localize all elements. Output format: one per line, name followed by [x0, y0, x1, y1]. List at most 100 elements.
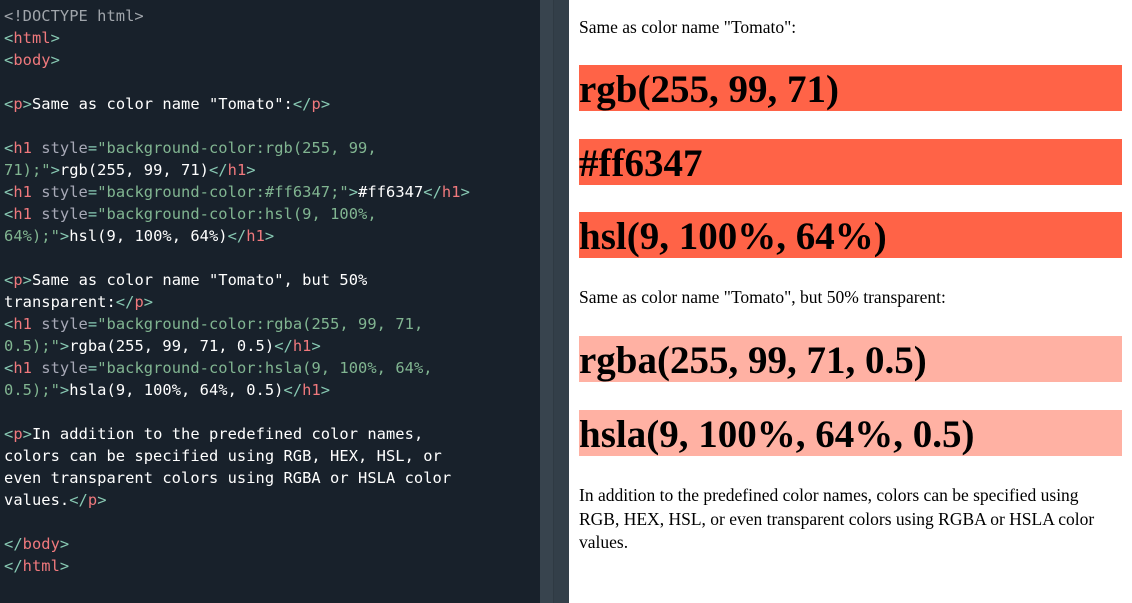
heading-rgba-text: rgba(255, 99, 71, 0.5)	[579, 339, 927, 382]
code-token-text: transparent:	[4, 293, 116, 311]
code-token-punct: >	[460, 183, 470, 201]
code-token-str: "background-color:rgb(255, 99,	[97, 139, 377, 157]
code-token-punct: </	[423, 183, 442, 201]
heading-rgb: rgb(255, 99, 71)	[579, 65, 1122, 111]
code-line[interactable]: 0.5);">rgba(255, 99, 71, 0.5)</h1>	[4, 335, 470, 357]
code-token-text: hsla(9, 100%, 64%, 0.5)	[69, 381, 284, 399]
code-line[interactable]: 71);">rgb(255, 99, 71)</h1>	[4, 159, 470, 181]
code-token-punct: </	[69, 491, 88, 509]
code-token-tag: h1	[13, 315, 32, 333]
code-token-tag: h1	[13, 183, 32, 201]
heading-hex-text: #ff6347	[579, 142, 703, 185]
code-line[interactable]: 0.5);">hsla(9, 100%, 64%, 0.5)</h1>	[4, 379, 470, 401]
code-token-tag: h1	[13, 205, 32, 223]
code-token-punct: <	[4, 425, 14, 443]
code-token-text: Same as color name "Tomato", but 50%	[31, 271, 368, 289]
code-token-text: hsl(9, 100%, 64%)	[69, 227, 228, 245]
code-token-attr: style	[31, 359, 88, 377]
code-token-text: colors can be specified using RGB, HEX, …	[4, 447, 442, 465]
code-token-tag: h1	[13, 359, 32, 377]
code-token-str: "background-color:rgba(255, 99, 71,	[97, 315, 424, 333]
code-token-tag: p	[134, 293, 144, 311]
code-line[interactable]: <body>	[4, 49, 470, 71]
code-line[interactable]	[4, 511, 470, 533]
code-line[interactable]: <!DOCTYPE html>	[4, 5, 470, 27]
heading-rgb-text: rgb(255, 99, 71)	[579, 68, 839, 111]
code-editor[interactable]: <!DOCTYPE html> <html> <body> <p>Same as c…	[0, 0, 540, 603]
code-token-punct: </	[292, 95, 312, 113]
code-token-punct: >	[246, 161, 256, 179]
code-token-str: 0.5);"	[4, 337, 60, 355]
code-token-tag: h1	[227, 161, 247, 179]
code-token-text: even transparent colors using RGBA or HS…	[4, 469, 452, 487]
code-token-punct: >	[97, 491, 107, 509]
code-token-text: In addition to the predefined color name…	[31, 425, 424, 443]
code-token-punct: </	[283, 381, 303, 399]
code-line[interactable]: <html>	[4, 27, 470, 49]
code-token-text: #ff6347	[358, 183, 424, 201]
code-line[interactable]: </html>	[4, 555, 470, 577]
pane-divider[interactable]	[540, 0, 554, 603]
code-token-punct: </	[115, 293, 135, 311]
result-preview: Same as color name "Tomato": rgb(255, 99…	[569, 0, 1132, 603]
code-token-str: "background-color:hsl(9, 100%,	[97, 205, 377, 223]
code-line[interactable]: transparent:</p>	[4, 291, 470, 313]
code-line[interactable]: <p>In addition to the predefined color n…	[4, 423, 470, 445]
code-token-punct: >	[59, 535, 70, 553]
code-line[interactable]	[4, 401, 470, 423]
heading-rgba: rgba(255, 99, 71, 0.5)	[579, 336, 1122, 382]
code-token-punct: >	[22, 271, 32, 289]
code-line[interactable]	[4, 71, 470, 93]
code-token-punct: <	[4, 271, 14, 289]
code-line[interactable]: <h1 style="background-color:#ff6347;">#f…	[4, 181, 470, 203]
code-token-punct: <	[4, 183, 14, 201]
code-line[interactable]: <h1 style="background-color:rgb(255, 99,	[4, 137, 470, 159]
code-token-text: rgba(255, 99, 71, 0.5)	[69, 337, 275, 355]
heading-hex: #ff6347	[579, 139, 1122, 185]
code-token-tag: h1	[302, 381, 321, 399]
heading-hsl: hsl(9, 100%, 64%)	[579, 212, 1122, 258]
code-token-punct: =	[87, 205, 98, 223]
heading-hsla-text: hsla(9, 100%, 64%, 0.5)	[579, 413, 975, 456]
pane-resize-handle[interactable]	[554, 0, 569, 603]
code-line[interactable]: <h1 style="background-color:rgba(255, 99…	[4, 313, 470, 335]
code-token-punct: <	[4, 139, 14, 157]
code-token-tag: p	[13, 425, 23, 443]
code-token-punct: >	[50, 29, 60, 47]
code-line[interactable]	[4, 115, 470, 137]
code-line[interactable]: <h1 style="background-color:hsla(9, 100%…	[4, 357, 470, 379]
code-token-tag: h1	[441, 183, 461, 201]
code-token-punct: </	[274, 337, 293, 355]
code-line[interactable]	[4, 247, 470, 269]
code-line[interactable]: </body>	[4, 533, 470, 555]
code-line[interactable]: even transparent colors using RGBA or HS…	[4, 467, 470, 489]
summary-paragraph: In addition to the predefined color name…	[579, 485, 1095, 552]
code-content[interactable]: <!DOCTYPE html> <html> <body> <p>Same as c…	[4, 5, 470, 577]
code-token-punct: >	[348, 183, 359, 201]
code-line[interactable]: values.</p>	[4, 489, 470, 511]
code-token-punct: </	[208, 161, 228, 179]
code-token-punct: =	[87, 315, 98, 333]
code-token-punct: >	[143, 293, 154, 311]
code-token-punct: >	[320, 381, 331, 399]
heading-hsl-text: hsl(9, 100%, 64%)	[579, 215, 887, 258]
code-line[interactable]: colors can be specified using RGB, HEX, …	[4, 445, 470, 467]
code-token-punct: <	[4, 359, 14, 377]
code-token-tag: h1	[13, 139, 32, 157]
code-token-punct: <	[4, 315, 14, 333]
code-token-tag: body	[22, 535, 60, 553]
code-token-attr: style	[31, 183, 88, 201]
code-token-text: values.	[4, 491, 70, 509]
code-token-text: rgb(255, 99, 71)	[59, 161, 209, 179]
code-token-punct: >	[320, 95, 331, 113]
code-token-str: 71);"	[4, 161, 51, 179]
code-line[interactable]: <p>Same as color name "Tomato", but 50%	[4, 269, 470, 291]
code-line[interactable]: <p>Same as color name "Tomato":</p>	[4, 93, 470, 115]
code-token-punct: <	[4, 95, 14, 113]
code-line[interactable]: 64%);">hsl(9, 100%, 64%)</h1>	[4, 225, 470, 247]
code-token-punct: </	[4, 557, 23, 575]
code-token-punct: >	[59, 337, 70, 355]
code-line[interactable]: <h1 style="background-color:hsl(9, 100%,	[4, 203, 470, 225]
code-token-tag: p	[13, 95, 23, 113]
code-token-attr: style	[31, 315, 88, 333]
